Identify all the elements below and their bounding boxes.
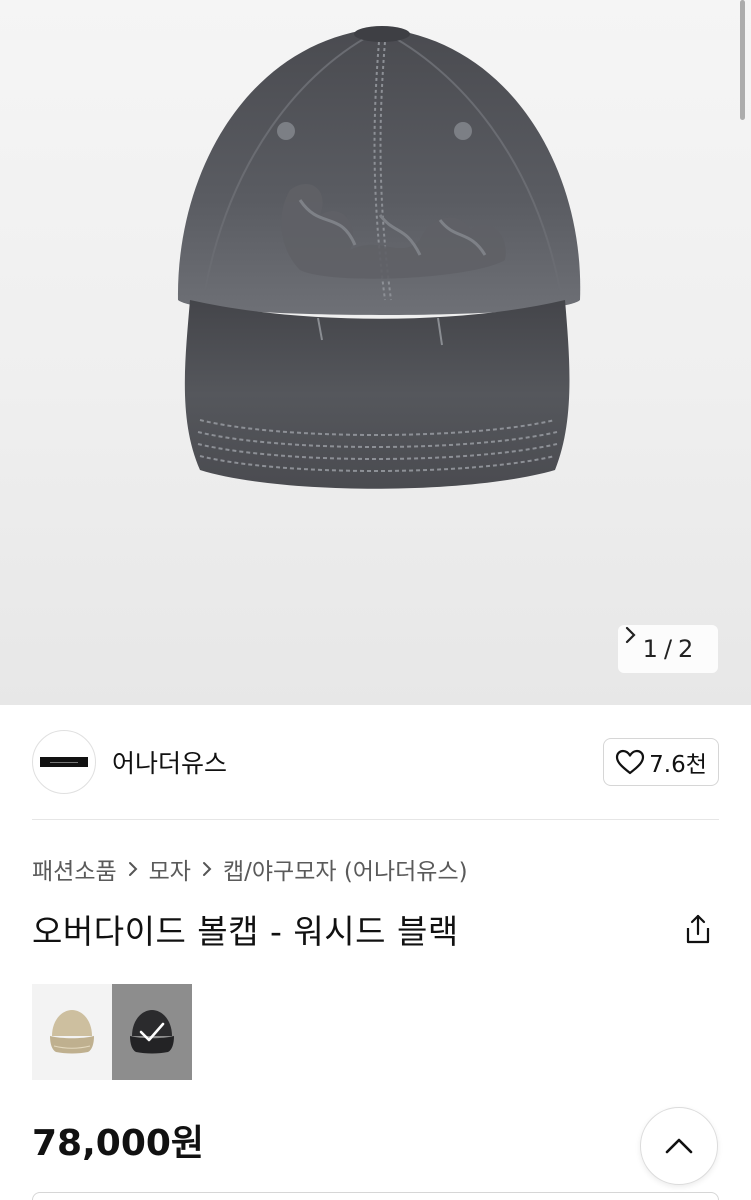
like-button[interactable]: 7.6천 xyxy=(603,738,719,786)
brand-name[interactable]: 어나더유스 xyxy=(112,744,227,780)
product-title: 오버다이드 볼캡 - 워시드 블랙 xyxy=(32,912,459,951)
brand-logo-mark xyxy=(40,757,88,767)
brand-logo[interactable] xyxy=(32,730,96,794)
color-options xyxy=(32,984,192,1080)
pager-current: 1 xyxy=(642,635,658,663)
swatch-beige-cap[interactable] xyxy=(32,984,112,1080)
pager-separator: / xyxy=(663,635,673,663)
product-image-gallery[interactable]: 1 / 2 xyxy=(0,0,751,705)
scroll-to-top-button[interactable] xyxy=(640,1107,718,1185)
product-page: 1 / 2 어나더유스 7.6천 패션소품 모자 캡/야구모자 (어나더유스) … xyxy=(0,0,751,1200)
breadcrumb-item[interactable]: 캡/야구모자 (어나더유스) xyxy=(223,852,468,886)
chevron-right-icon xyxy=(202,862,212,876)
breadcrumb: 패션소품 모자 캡/야구모자 (어나더유스) xyxy=(32,852,468,886)
share-icon xyxy=(686,914,710,944)
cap-photo xyxy=(177,26,581,489)
check-icon xyxy=(139,1022,165,1042)
scroll-indicator xyxy=(740,0,745,120)
next-section-edge xyxy=(32,1192,719,1200)
chevron-right-icon xyxy=(128,862,138,876)
image-pager[interactable]: 1 / 2 xyxy=(618,625,718,673)
swatch-black-cap[interactable] xyxy=(112,984,192,1080)
heart-outline-icon xyxy=(616,749,645,775)
beige-cap-thumbnail xyxy=(50,1010,94,1054)
chevron-right-icon[interactable] xyxy=(624,625,638,645)
like-count: 7.6천 xyxy=(649,752,707,778)
selected-overlay xyxy=(112,984,192,1080)
chevron-up-icon xyxy=(665,1138,693,1154)
breadcrumb-item[interactable]: 패션소품 xyxy=(32,852,117,886)
product-price: 78,000원 xyxy=(32,1123,205,1164)
share-button[interactable] xyxy=(680,910,716,948)
breadcrumb-item[interactable]: 모자 xyxy=(149,852,191,886)
brand-row: 어나더유스 7.6천 xyxy=(32,730,719,794)
pager-total: 2 xyxy=(678,635,694,663)
divider xyxy=(32,819,719,820)
